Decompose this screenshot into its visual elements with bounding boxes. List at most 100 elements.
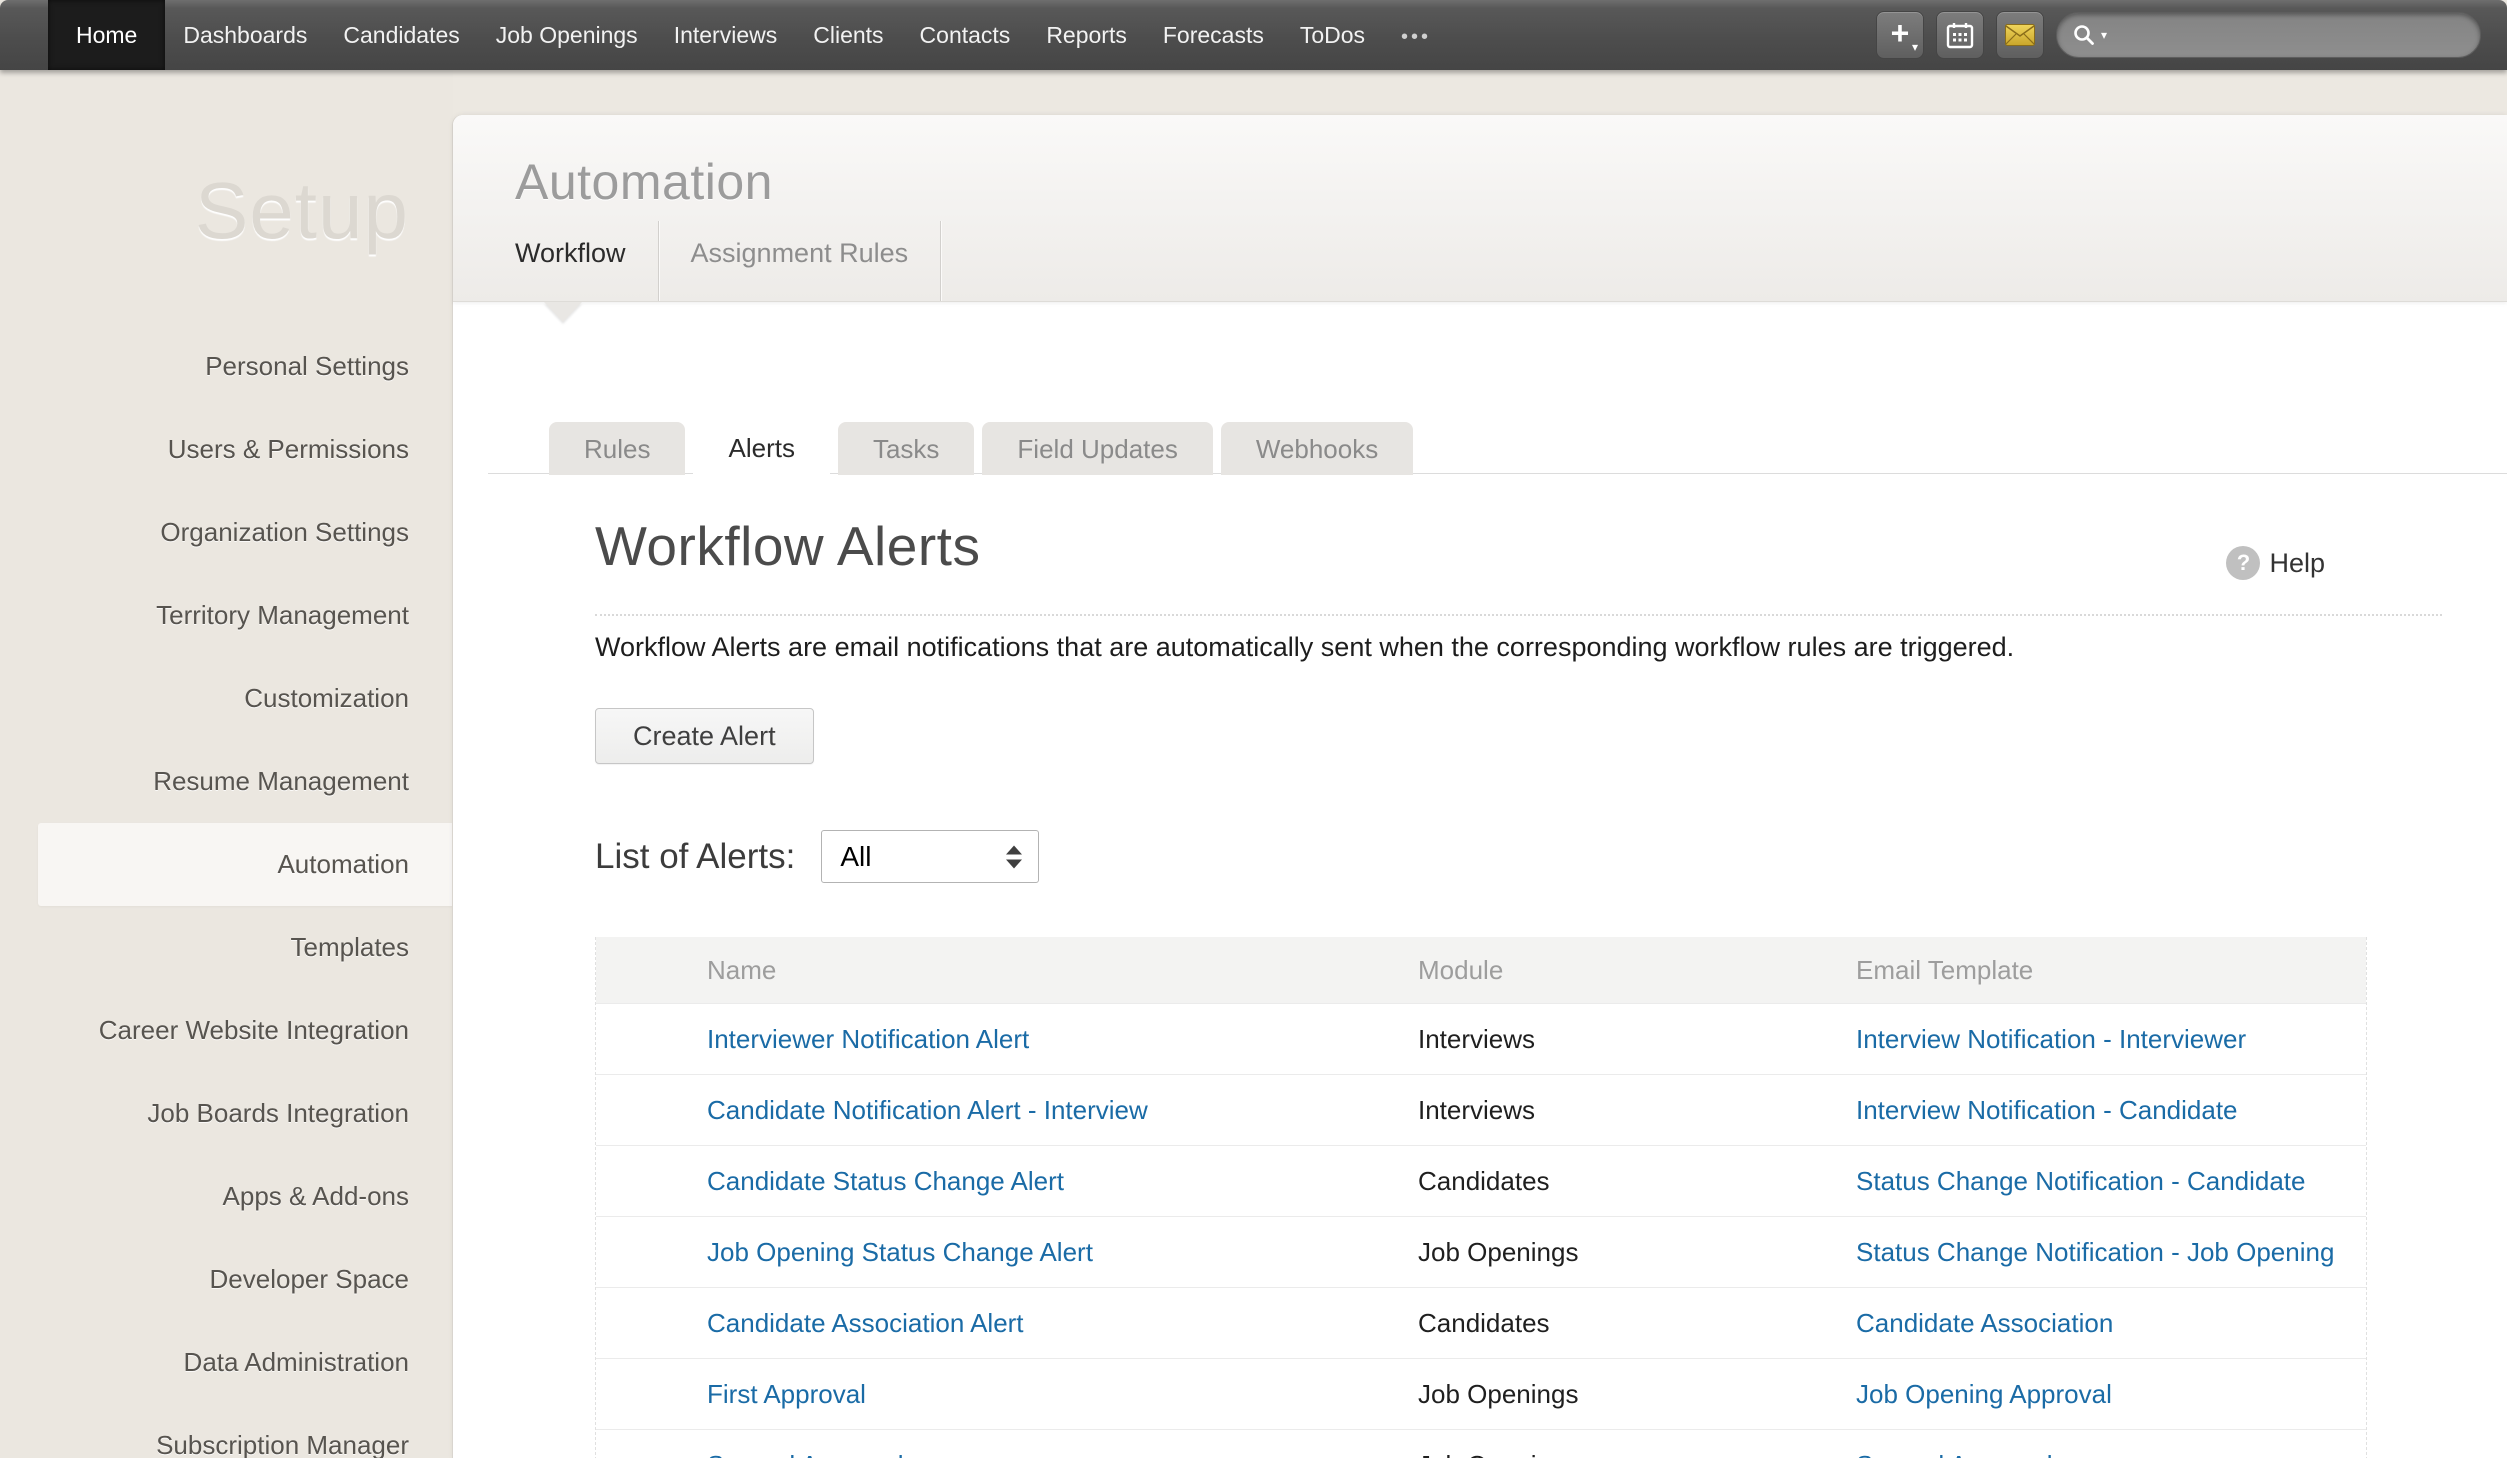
alert-link-candidate-notification-alert-interview[interactable]: Candidate Notification Alert - Interview — [707, 1095, 1148, 1125]
nav-item-job-openings[interactable]: Job Openings — [478, 0, 656, 70]
table-row: Candidate Status Change Alert CandidatesS… — [596, 1145, 2366, 1216]
cell-email-template: Job Opening Approval — [1856, 1379, 2366, 1410]
sidebar-item-career-website-integration[interactable]: Career Website Integration — [0, 989, 453, 1072]
sidebar-item-subscription-manager[interactable]: Subscription Manager — [0, 1404, 453, 1458]
sidebar-item-apps-add-ons[interactable]: Apps & Add-ons — [0, 1155, 453, 1238]
cell-email-template: Interview Notification - Interviewer — [1856, 1024, 2366, 1055]
nav-item-interviews[interactable]: Interviews — [656, 0, 796, 70]
cell-name: Second Approval — [596, 1450, 1418, 1458]
sidebar-item-developer-space[interactable]: Developer Space — [0, 1238, 453, 1321]
quick-add-button[interactable]: + ▾ — [1876, 11, 1924, 59]
divider — [595, 614, 2442, 616]
alerts-table-body: Interviewer Notification Alert Interviews… — [596, 1003, 2366, 1458]
panel-header: Automation WorkflowAssignment Rules — [453, 115, 2507, 302]
cell-email-template: Candidate Association — [1856, 1308, 2366, 1339]
alert-link-job-opening-status-change-alert[interactable]: Job Opening Status Change Alert — [707, 1237, 1093, 1267]
nav-item-contacts[interactable]: Contacts — [902, 0, 1029, 70]
sidebar-item-resume-management[interactable]: Resume Management — [0, 740, 453, 823]
create-alert-button[interactable]: Create Alert — [595, 708, 814, 764]
column-header-email-template: Email Template — [1856, 955, 2366, 986]
cell-module: Candidates — [1418, 1308, 1856, 1339]
help-label: Help — [2269, 548, 2325, 579]
alert-link-first-approval[interactable]: First Approval — [707, 1379, 866, 1409]
page-title: Automation — [515, 153, 773, 211]
nav-item-forecasts[interactable]: Forecasts — [1145, 0, 1282, 70]
alerts-table: NameModuleEmail Template Interviewer Not… — [595, 937, 2367, 1458]
search-icon — [2071, 22, 2097, 48]
subtab-tasks[interactable]: Tasks — [838, 422, 974, 475]
cell-name: Interviewer Notification Alert — [596, 1024, 1418, 1055]
subtab-rules[interactable]: Rules — [549, 422, 685, 475]
subtab-alerts[interactable]: Alerts — [693, 421, 829, 475]
column-header-module: Module — [1418, 955, 1856, 986]
nav-item-candidates[interactable]: Candidates — [325, 0, 477, 70]
sidebar-item-automation[interactable]: Automation — [38, 823, 453, 906]
template-link-job-opening-approval[interactable]: Job Opening Approval — [1856, 1379, 2112, 1409]
nav-item-clients[interactable]: Clients — [795, 0, 901, 70]
cell-name: Candidate Notification Alert - Interview — [596, 1095, 1418, 1126]
alerts-filter-label: List of Alerts: — [595, 837, 795, 877]
calendar-button[interactable] — [1936, 11, 1984, 59]
template-link-candidate-association[interactable]: Candidate Association — [1856, 1308, 2113, 1338]
help-icon: ? — [2226, 546, 2260, 580]
primary-nav: HomeDashboardsCandidatesJob OpeningsInte… — [0, 0, 1449, 70]
cell-module: Job Openings — [1418, 1450, 1856, 1458]
sidebar-item-organization-settings[interactable]: Organization Settings — [0, 491, 453, 574]
sidebar-item-templates[interactable]: Templates — [0, 906, 453, 989]
alert-link-second-approval[interactable]: Second Approval — [707, 1450, 904, 1458]
cell-module: Candidates — [1418, 1166, 1856, 1197]
setup-menu: Personal SettingsUsers & PermissionsOrga… — [0, 325, 453, 1458]
active-tab-caret-icon — [544, 302, 582, 322]
top-nav: HomeDashboardsCandidatesJob OpeningsInte… — [0, 0, 2507, 70]
table-row: Candidate Association Alert CandidatesCan… — [596, 1287, 2366, 1358]
section-heading: Workflow Alerts — [595, 514, 980, 578]
cell-module: Job Openings — [1418, 1237, 1856, 1268]
template-link-status-change-notification-candidate[interactable]: Status Change Notification - Candidate — [1856, 1166, 2306, 1196]
nav-item-home[interactable]: Home — [48, 0, 165, 70]
template-link-status-change-notification-job-opening[interactable]: Status Change Notification - Job Opening — [1856, 1237, 2334, 1267]
nav-item-reports[interactable]: Reports — [1028, 0, 1145, 70]
alerts-filter-row: List of Alerts: All — [595, 830, 1039, 883]
global-search[interactable]: ▾ — [2056, 12, 2481, 58]
setup-sidebar: Setup Personal SettingsUsers & Permissio… — [0, 70, 453, 1458]
cell-module: Interviews — [1418, 1095, 1856, 1126]
chevron-down-icon: ▾ — [1912, 40, 1918, 54]
template-link-interview-notification-interviewer[interactable]: Interview Notification - Interviewer — [1856, 1024, 2246, 1054]
sidebar-item-territory-management[interactable]: Territory Management — [0, 574, 453, 657]
subtab-webhooks[interactable]: Webhooks — [1221, 422, 1413, 475]
mail-button[interactable] — [1996, 11, 2044, 59]
cell-email-template: Status Change Notification - Job Opening — [1856, 1237, 2366, 1268]
table-row: Second ApprovalJob OpeningsSecond Approv… — [596, 1429, 2366, 1458]
module-tabs: WorkflowAssignment Rules — [515, 221, 941, 301]
sidebar-item-users-permissions[interactable]: Users & Permissions — [0, 408, 453, 491]
sidebar-item-personal-settings[interactable]: Personal Settings — [0, 325, 453, 408]
alert-link-interviewer-notification-alert[interactable]: Interviewer Notification Alert — [707, 1024, 1029, 1054]
table-row: Interviewer Notification Alert Interviews… — [596, 1003, 2366, 1074]
sidebar-item-data-administration[interactable]: Data Administration — [0, 1321, 453, 1404]
plus-icon: + — [1891, 17, 1910, 49]
tab-assignment-rules[interactable]: Assignment Rules — [659, 221, 941, 301]
nav-item-dashboards[interactable]: Dashboards — [165, 0, 325, 70]
alerts-filter-select[interactable]: All — [821, 830, 1039, 883]
template-link-second-approval[interactable]: Second Approval — [1856, 1450, 2053, 1458]
cell-module: Interviews — [1418, 1024, 1856, 1055]
table-row: Candidate Notification Alert - Interview… — [596, 1074, 2366, 1145]
alert-link-candidate-status-change-alert[interactable]: Candidate Status Change Alert — [707, 1166, 1064, 1196]
help-link[interactable]: ? Help — [2226, 546, 2325, 580]
mail-icon — [2005, 24, 2035, 46]
nav-item-todos[interactable]: ToDos — [1282, 0, 1383, 70]
tab-workflow[interactable]: Workflow — [515, 221, 658, 301]
table-row: Job Opening Status Change Alert Job Openi… — [596, 1216, 2366, 1287]
cell-email-template: Interview Notification - Candidate — [1856, 1095, 2366, 1126]
sidebar-item-customization[interactable]: Customization — [0, 657, 453, 740]
nav-more-icon[interactable]: ••• — [1383, 0, 1449, 70]
sidebar-item-job-boards-integration[interactable]: Job Boards Integration — [0, 1072, 453, 1155]
alerts-table-header: NameModuleEmail Template — [596, 937, 2366, 1003]
template-link-interview-notification-candidate[interactable]: Interview Notification - Candidate — [1856, 1095, 2238, 1125]
alert-link-candidate-association-alert[interactable]: Candidate Association Alert — [707, 1308, 1024, 1338]
cell-name: Candidate Association Alert — [596, 1308, 1418, 1339]
search-input[interactable] — [2111, 22, 2466, 48]
subtab-field-updates[interactable]: Field Updates — [982, 422, 1212, 475]
calendar-icon — [1946, 21, 1974, 49]
tab-divider — [940, 221, 941, 301]
